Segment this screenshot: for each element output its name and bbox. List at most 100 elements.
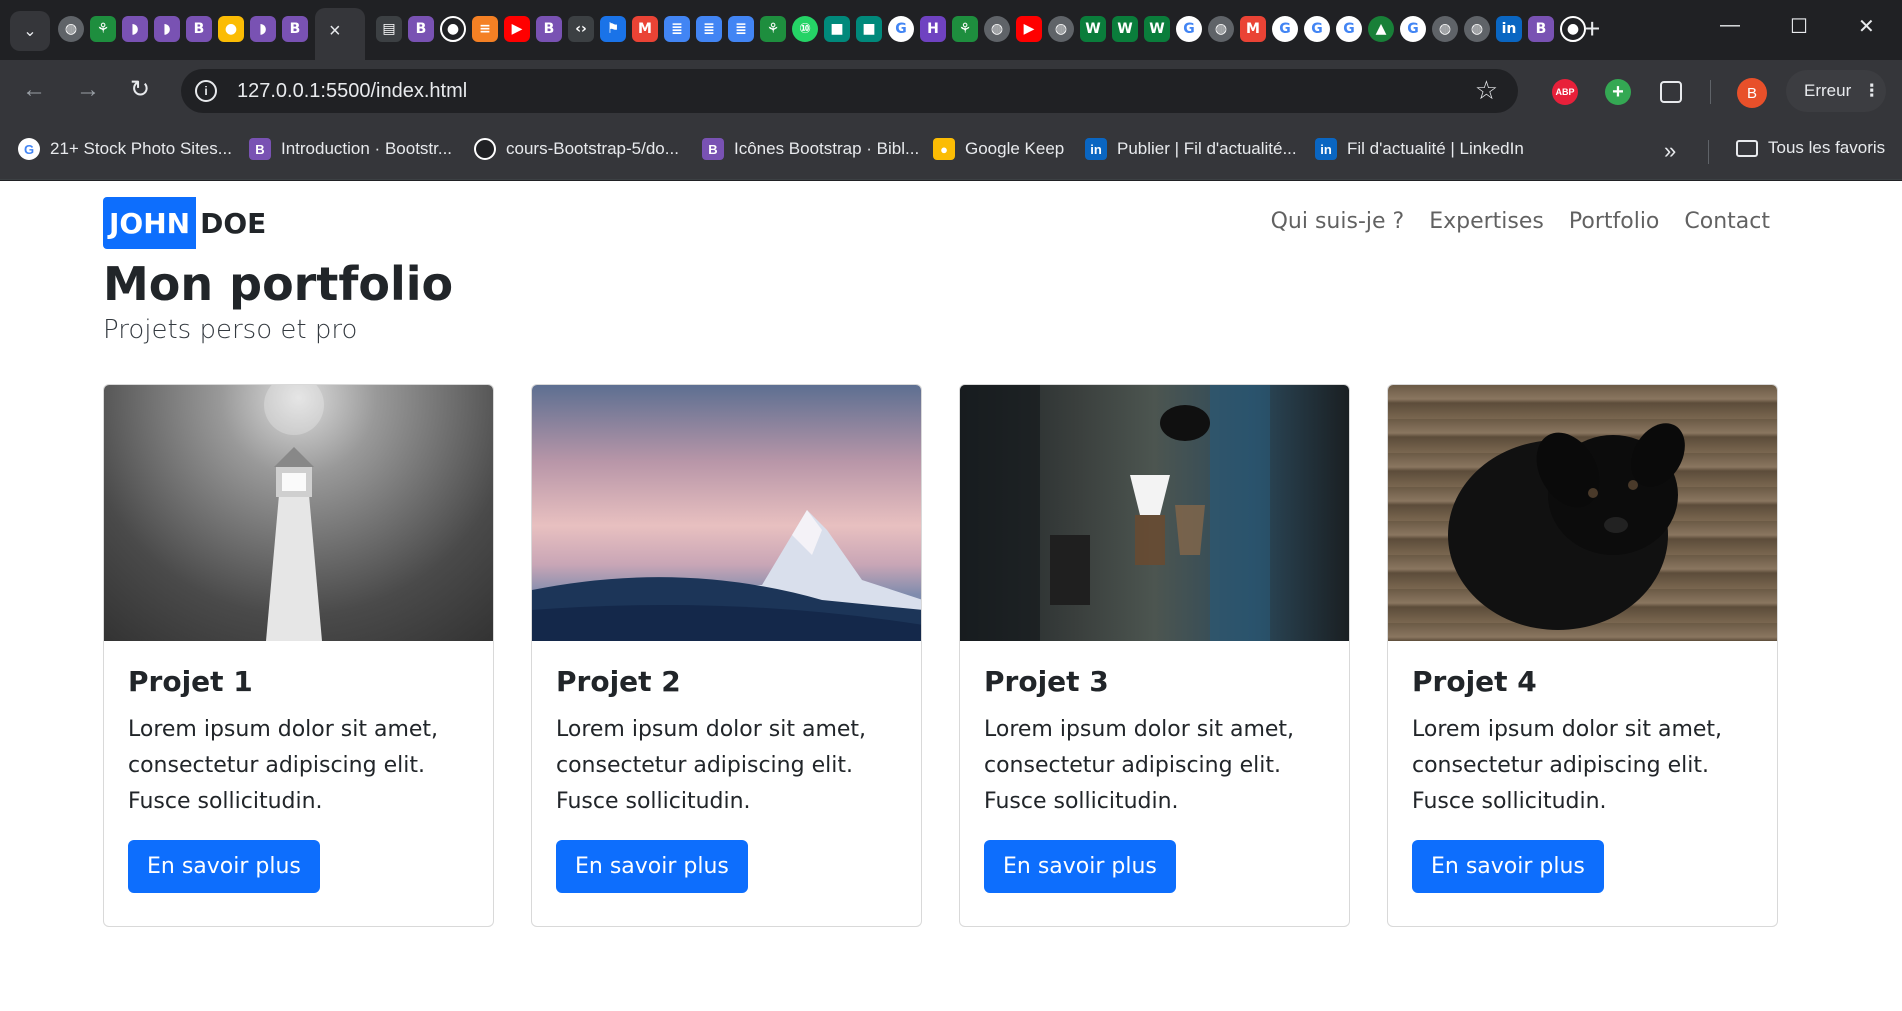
bookmark-item[interactable]: cours-Bootstrap-5/do... bbox=[474, 138, 679, 160]
profile-avatar[interactable]: B bbox=[1737, 78, 1767, 108]
read-more-button[interactable]: En savoir plus bbox=[1412, 840, 1604, 893]
maximize-icon[interactable]: ☐ bbox=[1790, 14, 1808, 39]
tab-search-button[interactable]: ⌄ bbox=[10, 11, 50, 51]
globe-icon[interactable]: ◍ bbox=[1048, 16, 1074, 42]
coffee-photo bbox=[960, 385, 1349, 641]
bootstrap-tab-icon[interactable]: ◗ bbox=[250, 16, 276, 42]
bootstrap-tab-icon[interactable]: ◗ bbox=[154, 16, 180, 42]
tab-icon[interactable]: ▤ bbox=[376, 16, 402, 42]
active-tab[interactable]: × bbox=[315, 8, 365, 60]
address-bar[interactable]: i 127.0.0.1:5500/index.html ☆ bbox=[181, 69, 1518, 113]
brand-first: JOHN bbox=[103, 197, 197, 249]
url-text[interactable]: 127.0.0.1:5500/index.html bbox=[237, 80, 467, 103]
card-text: Lorem ipsum dolor sit amet, consectetur … bbox=[128, 717, 439, 814]
back-icon[interactable]: ← bbox=[22, 76, 46, 104]
nav-link-expertises[interactable]: Expertises bbox=[1429, 209, 1544, 234]
linkedin-icon[interactable]: in bbox=[1496, 16, 1522, 42]
docs-icon[interactable]: ≣ bbox=[696, 16, 722, 42]
gmail-icon[interactable]: M bbox=[632, 16, 658, 42]
bookmark-label: Introduction · Bootstr... bbox=[281, 139, 453, 158]
folder-icon bbox=[1736, 139, 1758, 157]
read-more-button[interactable]: En savoir plus bbox=[556, 840, 748, 893]
bookmark-item[interactable]: ● Google Keep bbox=[933, 138, 1064, 160]
nav-link-portfolio[interactable]: Portfolio bbox=[1569, 209, 1660, 234]
bookmark-star-icon[interactable]: ☆ bbox=[1475, 75, 1498, 106]
gmail-icon[interactable]: M bbox=[1240, 16, 1266, 42]
card-title: Projet 1 bbox=[128, 665, 253, 698]
bootstrap-tab-icon[interactable]: B bbox=[186, 16, 212, 42]
all-bookmarks-button[interactable]: Tous les favoris bbox=[1736, 138, 1885, 158]
bookmark-item[interactable]: G 21+ Stock Photo Sites... bbox=[18, 138, 232, 160]
read-more-button[interactable]: En savoir plus bbox=[128, 840, 320, 893]
youtube-icon[interactable]: ▶ bbox=[504, 16, 530, 42]
globe-icon[interactable]: ◍ bbox=[1208, 16, 1234, 42]
puppy-illustration bbox=[1448, 423, 1685, 630]
close-tab-icon[interactable]: × bbox=[329, 20, 341, 43]
github-icon[interactable]: ● bbox=[440, 16, 466, 42]
bookmark-item[interactable]: B Icônes Bootstrap · Bibl... bbox=[702, 138, 919, 160]
error-menu-button[interactable]: Erreur ⋮ bbox=[1786, 70, 1886, 112]
github-icon bbox=[474, 138, 496, 160]
bookmark-item[interactable]: in Publier | Fil d'actualité... bbox=[1085, 138, 1297, 160]
bookmark-item[interactable]: in Fil d'actualité | LinkedIn bbox=[1315, 138, 1524, 160]
bootstrap-tab-icon[interactable]: B bbox=[1528, 16, 1554, 42]
google-icon[interactable]: G bbox=[1272, 16, 1298, 42]
globe-icon[interactable]: ◍ bbox=[1464, 16, 1490, 42]
flag-icon[interactable]: ⚑ bbox=[600, 16, 626, 42]
meet-icon[interactable]: ■ bbox=[856, 16, 882, 42]
new-tab-button[interactable]: + bbox=[1584, 14, 1600, 44]
wordreference-icon[interactable]: W bbox=[1144, 16, 1170, 42]
bootstrap-tab-icon[interactable]: B bbox=[408, 16, 434, 42]
keep-icon[interactable]: ● bbox=[218, 16, 244, 42]
bookmark-item[interactable]: B Introduction · Bootstr... bbox=[249, 138, 452, 160]
plus-extension-icon[interactable]: + bbox=[1605, 79, 1631, 105]
forward-icon[interactable]: → bbox=[76, 76, 100, 104]
minimize-icon[interactable]: — bbox=[1720, 14, 1740, 37]
google-icon[interactable]: G bbox=[1400, 16, 1426, 42]
project-card: Projet 3 Lorem ipsum dolor sit amet, con… bbox=[959, 384, 1350, 927]
globe-icon[interactable]: ◍ bbox=[1432, 16, 1458, 42]
code-icon[interactable]: ‹› bbox=[568, 16, 594, 42]
google-icon[interactable]: G bbox=[1336, 16, 1362, 42]
wordreference-icon[interactable]: W bbox=[1112, 16, 1138, 42]
google-icon[interactable]: G bbox=[1176, 16, 1202, 42]
browser-toolbar: ← → ↻ i 127.0.0.1:5500/index.html ☆ ABP … bbox=[0, 60, 1902, 122]
bootstrap-tab-icon[interactable]: B bbox=[536, 16, 562, 42]
coffee-illustration bbox=[960, 385, 1270, 641]
globe-icon[interactable]: ◍ bbox=[984, 16, 1010, 42]
docs-icon[interactable]: ≣ bbox=[664, 16, 690, 42]
adblock-icon[interactable]: ABP bbox=[1552, 79, 1578, 105]
card-title: Projet 4 bbox=[1412, 665, 1537, 698]
extensions-puzzle-icon[interactable] bbox=[1660, 81, 1682, 103]
site-info-icon[interactable]: i bbox=[195, 80, 217, 102]
classroom-icon[interactable]: ▲ bbox=[1368, 16, 1394, 42]
bootstrap-tab-icon[interactable]: ◗ bbox=[122, 16, 148, 42]
close-window-icon[interactable]: ✕ bbox=[1858, 14, 1875, 39]
meet-icon[interactable]: ■ bbox=[824, 16, 850, 42]
youtube-icon[interactable]: ▶ bbox=[1016, 16, 1042, 42]
sheets-icon[interactable]: ⚘ bbox=[952, 16, 978, 42]
google-icon[interactable]: G bbox=[1304, 16, 1330, 42]
sheets-icon[interactable]: ⚘ bbox=[90, 16, 116, 42]
reload-icon[interactable]: ↻ bbox=[130, 76, 150, 104]
whatsapp-icon[interactable]: ⑩ bbox=[792, 16, 818, 42]
bootstrap-tab-icon[interactable]: B bbox=[282, 16, 308, 42]
sheets-icon[interactable]: ⚘ bbox=[760, 16, 786, 42]
read-more-button[interactable]: En savoir plus bbox=[984, 840, 1176, 893]
card-title: Projet 2 bbox=[556, 665, 681, 698]
card-text: Lorem ipsum dolor sit amet, consectetur … bbox=[984, 717, 1295, 814]
github-icon[interactable]: ● bbox=[1560, 16, 1586, 42]
project-cards: Projet 1 Lorem ipsum dolor sit amet, con… bbox=[103, 384, 1778, 927]
hexagon-icon[interactable]: H bbox=[920, 16, 946, 42]
bookmark-label: Google Keep bbox=[965, 139, 1065, 158]
wordreference-icon[interactable]: W bbox=[1080, 16, 1106, 42]
brand-logo[interactable]: JOHN DOE bbox=[103, 197, 266, 249]
google-icon[interactable]: G bbox=[888, 16, 914, 42]
stackoverflow-icon[interactable]: ≡ bbox=[472, 16, 498, 42]
globe-icon[interactable]: ◍ bbox=[58, 16, 84, 42]
chevron-double-right-icon[interactable]: » bbox=[1664, 138, 1676, 164]
nav-link-contact[interactable]: Contact bbox=[1684, 209, 1770, 234]
nav-link-about[interactable]: Qui suis-je ? bbox=[1271, 209, 1405, 234]
docs-icon[interactable]: ≣ bbox=[728, 16, 754, 42]
mountain-illustration bbox=[532, 510, 921, 641]
